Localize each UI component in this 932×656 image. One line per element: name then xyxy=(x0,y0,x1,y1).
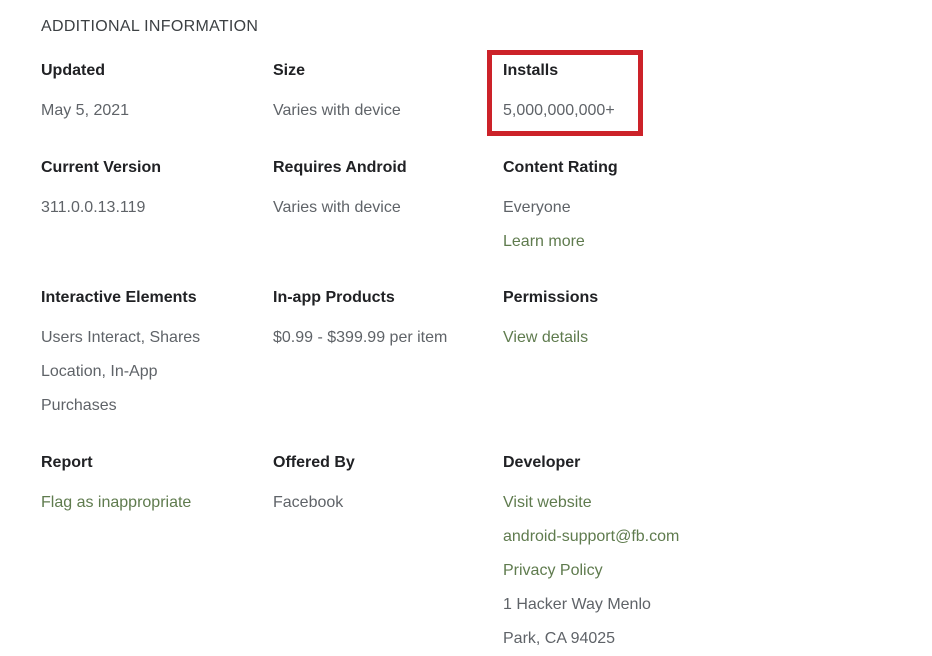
info-row: Interactive Elements Users Interact, Sha… xyxy=(41,287,901,452)
field-label-in-app-products: In-app Products xyxy=(273,289,395,306)
field-updated: Updated May 5, 2021 xyxy=(41,60,273,128)
field-label-developer: Developer xyxy=(503,454,581,471)
field-label-interactive-elements: Interactive Elements xyxy=(41,289,197,306)
field-value-in-app-products: $0.99 - $399.99 per item xyxy=(273,329,448,346)
developer-address-line-2: Park, CA 94025 xyxy=(503,630,616,647)
info-row: Report Flag as inappropriate Offered By … xyxy=(41,452,901,647)
field-value-size: Varies with device xyxy=(273,102,401,119)
field-label-report: Report xyxy=(41,454,93,471)
field-value-content-rating: Everyone xyxy=(503,199,571,216)
field-value-offered-by: Facebook xyxy=(273,494,344,511)
view-details-link[interactable]: View details xyxy=(503,321,588,355)
developer-address-line-1: 1 Hacker Way Menlo xyxy=(503,596,651,613)
field-offered-by: Offered By Facebook xyxy=(273,452,503,520)
field-in-app-products: In-app Products $0.99 - $399.99 per item xyxy=(273,287,503,355)
field-value-updated: May 5, 2021 xyxy=(41,102,130,119)
field-value-requires-android: Varies with device xyxy=(273,199,401,216)
field-installs: Installs 5,000,000,000+ xyxy=(503,60,753,128)
info-grid: Updated May 5, 2021 Size Varies with dev… xyxy=(41,60,901,647)
field-requires-android: Requires Android Varies with device xyxy=(273,157,503,225)
additional-information-section: ADDITIONAL INFORMATION Updated May 5, 20… xyxy=(0,0,932,650)
field-developer: Developer Visit website android-support@… xyxy=(503,452,753,656)
field-permissions: Permissions View details xyxy=(503,287,753,355)
field-label-size: Size xyxy=(273,62,306,79)
field-value-installs: 5,000,000,000+ xyxy=(503,102,615,119)
field-content-rating: Content Rating Everyone Learn more xyxy=(503,157,753,259)
field-label-permissions: Permissions xyxy=(503,289,599,306)
developer-email-link[interactable]: android-support@fb.com xyxy=(503,520,679,554)
privacy-policy-link[interactable]: Privacy Policy xyxy=(503,554,603,588)
field-size: Size Varies with device xyxy=(273,60,503,128)
visit-website-link[interactable]: Visit website xyxy=(503,486,592,520)
info-row: Updated May 5, 2021 Size Varies with dev… xyxy=(41,60,901,157)
section-heading: ADDITIONAL INFORMATION xyxy=(41,18,259,35)
field-report: Report Flag as inappropriate xyxy=(41,452,273,520)
learn-more-link[interactable]: Learn more xyxy=(503,225,585,259)
developer-details: Visit website android-support@fb.com Pri… xyxy=(503,486,753,656)
field-current-version: Current Version 311.0.0.13.119 xyxy=(41,157,273,225)
info-row: Current Version 311.0.0.13.119 Requires … xyxy=(41,157,901,287)
field-label-updated: Updated xyxy=(41,62,105,79)
field-label-installs: Installs xyxy=(503,62,559,79)
field-label-current-version: Current Version xyxy=(41,159,162,176)
flag-as-inappropriate-link[interactable]: Flag as inappropriate xyxy=(41,486,191,520)
field-value-interactive-elements: Users Interact, Shares Location, In-App … xyxy=(41,329,201,414)
field-label-offered-by: Offered By xyxy=(273,454,355,471)
field-label-content-rating: Content Rating xyxy=(503,159,618,176)
field-interactive-elements: Interactive Elements Users Interact, Sha… xyxy=(41,287,273,423)
field-label-requires-android: Requires Android xyxy=(273,159,407,176)
content-rating-values: Everyone Learn more xyxy=(503,191,753,259)
field-value-current-version: 311.0.0.13.119 xyxy=(41,199,146,216)
